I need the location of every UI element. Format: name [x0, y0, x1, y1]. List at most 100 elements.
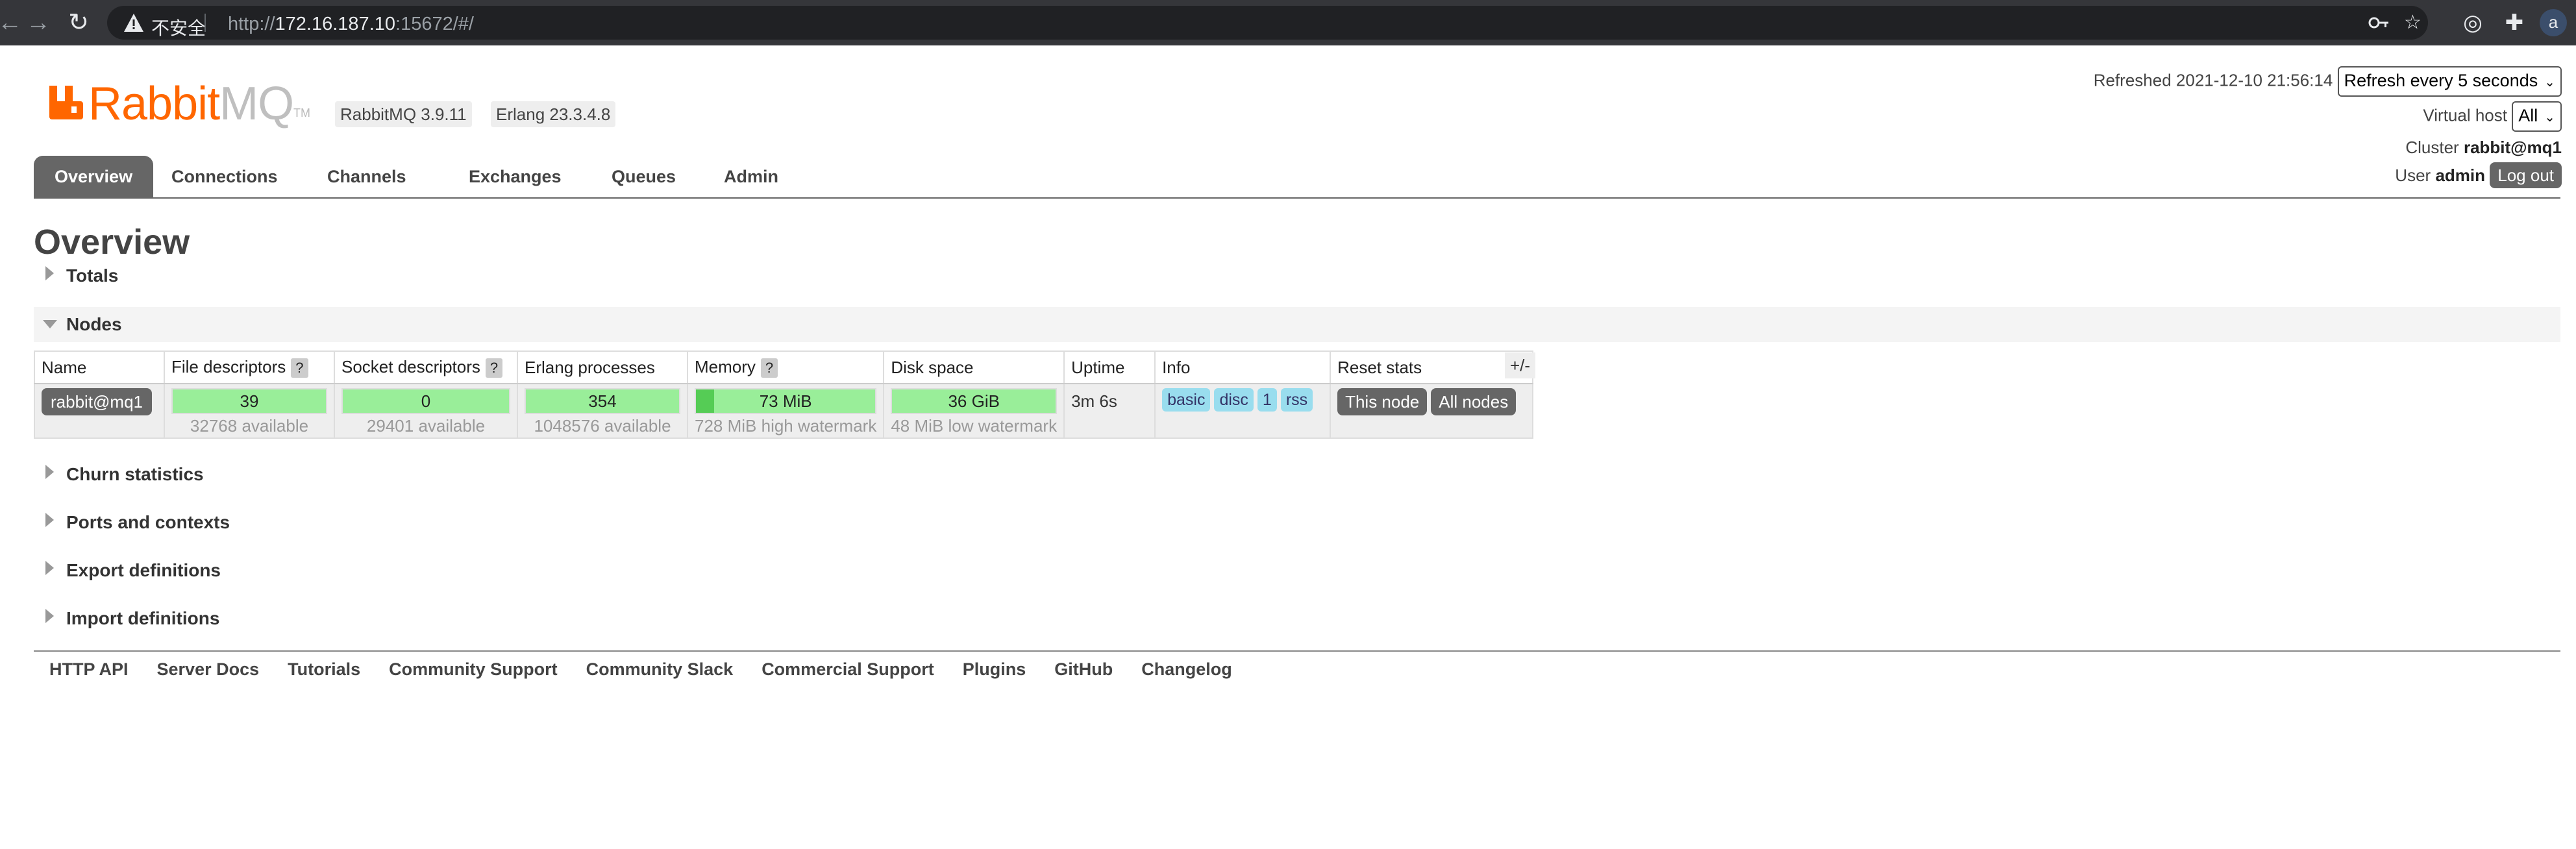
footer-link-commercial-support[interactable]: Commercial Support — [762, 659, 934, 679]
cell-uptime: 3m 6s — [1063, 383, 1156, 439]
cluster-label: Cluster — [2405, 138, 2459, 157]
memory-gauge: 73 MiB — [695, 388, 877, 414]
tab-admin[interactable]: Admin — [703, 156, 799, 197]
footer-link-github[interactable]: GitHub — [1054, 659, 1113, 679]
info-badge-count: 1 — [1257, 388, 1277, 412]
logo-rabbit-text: Rabbit — [88, 78, 220, 130]
disk-watermark: 48 MiB low watermark — [891, 416, 1058, 436]
footer-link-http-api[interactable]: HTTP API — [49, 659, 129, 679]
chevron-down-icon: ⌄ — [2544, 110, 2555, 125]
url-scheme: http:// — [228, 14, 275, 34]
col-disk-space: Disk space — [883, 351, 1065, 384]
url-text[interactable]: http://172.16.187.10:15672/#/ — [228, 14, 474, 35]
info-badge-rss: rss — [1280, 388, 1313, 412]
footer-link-plugins[interactable]: Plugins — [963, 659, 1026, 679]
section-churn-label: Churn statistics — [66, 464, 204, 484]
collapse-arrow-icon — [43, 320, 57, 328]
virtual-host-select[interactable]: All ⌄ — [2512, 101, 2562, 132]
col-name-label: Name — [42, 357, 87, 377]
cell-erlang-processes: 354 1048576 available — [517, 383, 688, 439]
reload-icon[interactable]: ↻ — [64, 8, 93, 38]
disk-space-gauge: 36 GiB — [891, 388, 1058, 414]
footer-link-community-support[interactable]: Community Support — [389, 659, 557, 679]
logo-trademark: TM — [293, 106, 310, 119]
rabbitmq-version-badge: RabbitMQ 3.9.11 — [335, 101, 472, 127]
url-path: :15672/#/ — [395, 14, 474, 34]
columns-toggle-button[interactable]: +/- — [1505, 352, 1536, 378]
expand-arrow-icon — [45, 513, 54, 527]
refresh-interval-select[interactable]: Refresh every 5 seconds ⌄ — [2337, 66, 2562, 97]
rabbitmq-logo-mark — [49, 86, 83, 119]
cell-node-name: rabbit@mq1 — [34, 383, 165, 439]
col-memory: Memory? — [686, 351, 885, 384]
cell-disk-space: 36 GiB 48 MiB low watermark — [883, 383, 1065, 439]
footer-link-community-slack[interactable]: Community Slack — [586, 659, 734, 679]
cell-memory: 73 MiB 728 MiB high watermark — [686, 383, 885, 439]
col-erlang-processes-label: Erlang processes — [525, 357, 655, 377]
col-name: Name — [34, 351, 165, 384]
col-uptime: Uptime — [1063, 351, 1156, 384]
footer-links: HTTP API Server Docs Tutorials Community Su… — [49, 659, 1261, 680]
col-reset-stats: Reset stats — [1330, 351, 1534, 384]
erlang-version-badge: Erlang 23.3.4.8 — [491, 101, 616, 127]
col-erlang-processes: Erlang processes — [517, 351, 688, 384]
col-socket-descriptors-label: Socket descriptors — [341, 357, 480, 376]
footer-link-server-docs[interactable]: Server Docs — [157, 659, 260, 679]
forward-arrow-icon[interactable]: → — [23, 8, 53, 38]
tab-overview[interactable]: Overview — [34, 156, 154, 197]
cell-reset-stats: This node All nodes — [1330, 383, 1534, 439]
col-disk-space-label: Disk space — [891, 357, 974, 377]
section-ports-and-contexts[interactable]: Ports and contexts — [34, 505, 2560, 540]
reset-all-nodes-button[interactable]: All nodes — [1431, 388, 1517, 415]
section-nodes-label: Nodes — [66, 314, 122, 334]
cluster-name: rabbit@mq1 — [2463, 138, 2562, 157]
expand-arrow-icon — [45, 609, 54, 623]
col-info: Info — [1154, 351, 1331, 384]
reset-this-node-button[interactable]: This node — [1337, 388, 1428, 415]
footer-link-tutorials[interactable]: Tutorials — [288, 659, 360, 679]
refresh-interval-value: Refresh every 5 seconds — [2344, 71, 2538, 90]
not-secure-label[interactable]: 不安全 — [151, 14, 206, 40]
node-name-link[interactable]: rabbit@mq1 — [42, 388, 153, 415]
key-icon[interactable] — [2368, 12, 2390, 33]
section-import-definitions[interactable]: Import definitions — [34, 601, 2560, 636]
table-row: rabbit@mq1 39 32768 available 0 29401 av… — [34, 383, 1534, 439]
url-host: 172.16.187.10 — [275, 14, 396, 34]
erlang-processes-value: 354 — [588, 391, 617, 411]
nodes-table: Name File descriptors? Socket descriptor… — [34, 351, 1534, 439]
log-out-button[interactable]: Log out — [2490, 162, 2562, 188]
erlang-processes-available: 1048576 available — [534, 416, 671, 436]
user-label: User — [2395, 166, 2431, 185]
refreshed-label: Refreshed — [2093, 70, 2172, 90]
profile-avatar[interactable]: a — [2540, 9, 2567, 36]
section-totals-label: Totals — [66, 265, 119, 286]
back-arrow-icon[interactable]: ← — [0, 8, 25, 38]
disk-space-value: 36 GiB — [948, 391, 1000, 411]
reader-mode-icon[interactable]: ◎ — [2458, 8, 2488, 38]
chevron-down-icon: ⌄ — [2544, 75, 2555, 90]
footer-divider — [34, 650, 2560, 652]
memory-usage-bar — [696, 389, 714, 413]
col-socket-descriptors: Socket descriptors? — [334, 351, 518, 384]
erlang-processes-gauge: 354 — [525, 388, 680, 414]
tab-connections[interactable]: Connections — [151, 156, 299, 197]
tab-channels[interactable]: Channels — [306, 156, 427, 197]
help-button[interactable]: ? — [485, 358, 503, 378]
section-nodes[interactable]: Nodes — [34, 307, 2560, 342]
help-button[interactable]: ? — [760, 358, 778, 378]
section-totals[interactable]: Totals — [34, 258, 2560, 293]
puzzle-extension-icon[interactable]: ✚ — [2499, 8, 2529, 38]
info-badge-disc: disc — [1214, 388, 1254, 412]
warning-icon[interactable] — [123, 12, 145, 33]
section-export-definitions[interactable]: Export definitions — [34, 553, 2560, 588]
address-bar[interactable]: 不安全 http://172.16.187.10:15672/#/ ☆ — [107, 6, 2428, 40]
help-button[interactable]: ? — [291, 358, 308, 378]
tab-exchanges[interactable]: Exchanges — [448, 156, 582, 197]
star-icon[interactable]: ☆ — [2404, 12, 2421, 33]
footer-link-changelog[interactable]: Changelog — [1141, 659, 1232, 679]
section-churn-statistics[interactable]: Churn statistics — [34, 457, 2560, 492]
col-file-descriptors: File descriptors? — [164, 351, 335, 384]
user-name: admin — [2435, 166, 2486, 185]
tab-queues[interactable]: Queues — [591, 156, 697, 197]
section-import-label: Import definitions — [66, 608, 220, 628]
